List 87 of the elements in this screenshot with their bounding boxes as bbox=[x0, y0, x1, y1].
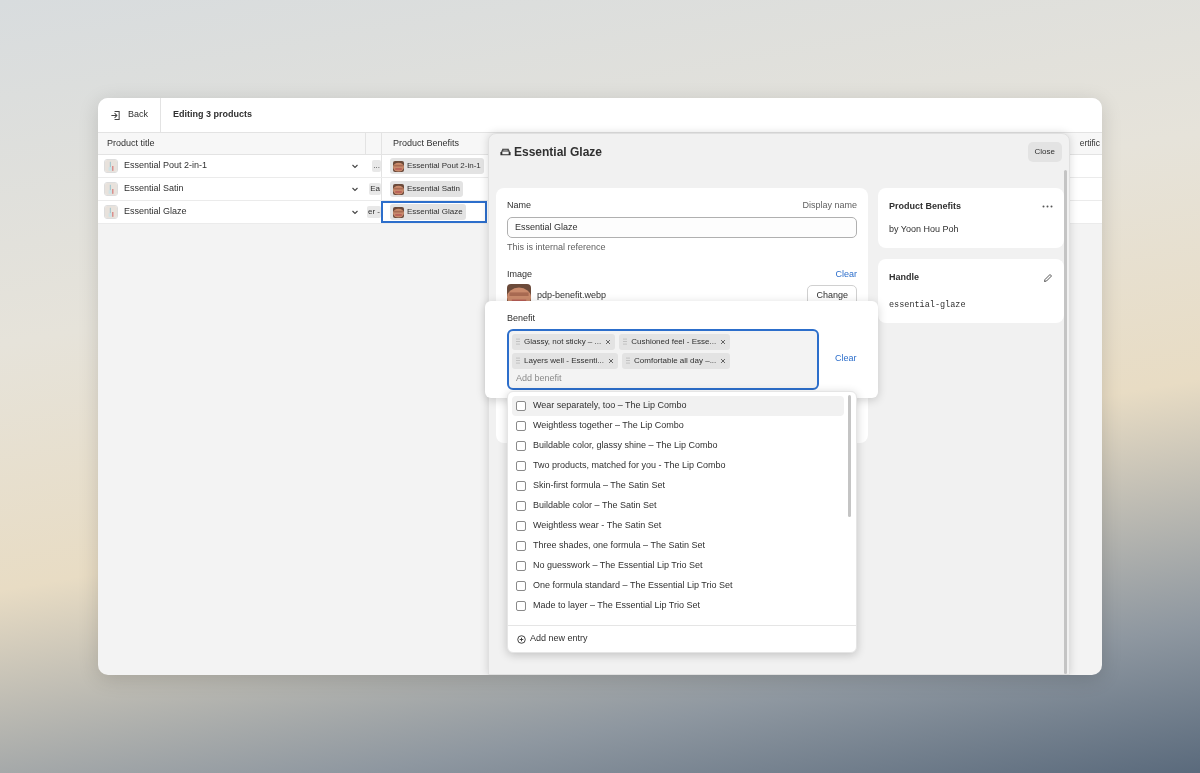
card-title: Product Benefits bbox=[889, 200, 961, 213]
name-field[interactable]: Essential Glaze bbox=[507, 216, 857, 238]
checkbox[interactable] bbox=[516, 561, 526, 571]
checkbox[interactable] bbox=[516, 541, 526, 551]
scrollbar[interactable] bbox=[1064, 170, 1067, 674]
table-cell: Essential Satin bbox=[124, 182, 184, 196]
table-cell[interactable]: Essential Glaze bbox=[381, 201, 487, 223]
pencil-icon[interactable] bbox=[1043, 272, 1053, 283]
card-subtitle: by Yoon Hou Poh bbox=[889, 222, 960, 236]
option-label: Wear separately, too – The Lip Combo bbox=[533, 399, 687, 413]
field-label: Name bbox=[507, 199, 531, 212]
drag-handle-icon[interactable] bbox=[623, 338, 628, 345]
benefit-tag[interactable]: Comfortable all day –... bbox=[622, 352, 731, 369]
clear-link[interactable]: Clear bbox=[835, 268, 857, 282]
benefit-tag: Essential Satin bbox=[390, 181, 463, 197]
table-cell: Essential Pout 2-in-1 bbox=[124, 159, 208, 173]
dropdown-option[interactable]: Wear separately, too – The Lip Combo bbox=[512, 396, 844, 416]
chevron-down-icon[interactable] bbox=[351, 208, 359, 216]
add-entry-button[interactable]: Add new entry bbox=[517, 632, 588, 646]
option-label: One formula standard – The Essential Lip Trio Set bbox=[533, 579, 733, 593]
close-icon[interactable] bbox=[608, 357, 615, 364]
tag: ... bbox=[372, 160, 381, 172]
dropdown-option[interactable]: No guesswork – The Essential Lip Trio Set bbox=[512, 556, 844, 576]
drag-handle-icon[interactable] bbox=[626, 357, 631, 364]
option-label: Weightless wear - The Satin Set bbox=[533, 519, 662, 533]
more-icon[interactable] bbox=[1042, 205, 1053, 209]
back-button[interactable]: Back bbox=[98, 98, 160, 132]
table-cell: Essential Glaze bbox=[124, 205, 187, 219]
dropdown-option[interactable]: Buildable color, glassy shine – The Lip Combo bbox=[512, 436, 844, 456]
dropdown-option[interactable]: Made to layer – The Essential Lip Trio Set bbox=[512, 596, 844, 616]
column-header: Product Benefits bbox=[381, 133, 487, 154]
tag: Ea bbox=[369, 183, 381, 195]
table-cell[interactable]: Essential Pout 2-in-1 bbox=[381, 155, 487, 177]
checkbox[interactable] bbox=[516, 461, 526, 471]
close-button[interactable]: Close bbox=[1027, 142, 1062, 162]
dropdown-option[interactable]: One formula standard – The Essential Lip Trio Set bbox=[512, 576, 844, 596]
help-text: This is internal reference bbox=[507, 240, 607, 254]
option-label: Weightless together – The Lip Combo bbox=[533, 419, 684, 433]
benefit-tag: Essential Pout 2-in-1 bbox=[390, 158, 484, 174]
option-label: Buildable color, glassy shine – The Lip Combo bbox=[533, 439, 718, 453]
chevron-down-icon[interactable] bbox=[351, 162, 359, 170]
dropdown-option[interactable]: Weightless together – The Lip Combo bbox=[512, 416, 844, 436]
exit-icon bbox=[110, 109, 121, 121]
option-label: No guesswork – The Essential Lip Trio Set bbox=[533, 559, 703, 573]
field-label: Image bbox=[507, 268, 532, 281]
page-title: Editing 3 products bbox=[173, 108, 252, 122]
benefit-tag[interactable]: Layers well - Essenti... bbox=[512, 352, 619, 369]
scrollbar[interactable] bbox=[848, 395, 851, 517]
column-header: Product title bbox=[106, 136, 156, 150]
column-header: ertific bbox=[1079, 137, 1100, 150]
tag: er - bbox=[367, 206, 381, 218]
checkbox[interactable] bbox=[516, 581, 526, 591]
benefit-tag[interactable]: Glassy, not sticky – ... bbox=[512, 333, 616, 350]
add-benefit-input[interactable]: Add benefit bbox=[516, 371, 716, 385]
checkbox[interactable] bbox=[516, 401, 526, 411]
benefit-tag: Essential Glaze bbox=[390, 204, 466, 220]
dropdown-option[interactable]: Skin-first formula – The Satin Set bbox=[512, 476, 844, 496]
dropdown-option[interactable]: Weightless wear - The Satin Set bbox=[512, 516, 844, 536]
benefit-field[interactable]: Glassy, not sticky – ... Cushioned feel - Esse... Layers well - Essenti... Comfortable all day –... Add benefit bbox=[507, 328, 819, 390]
field-label: Benefit bbox=[507, 312, 537, 325]
checkbox[interactable] bbox=[516, 501, 526, 511]
field-hint: Display name bbox=[802, 199, 857, 212]
dropdown-option[interactable]: Buildable color – The Satin Set bbox=[512, 496, 844, 516]
checkbox[interactable] bbox=[516, 421, 526, 431]
checkbox[interactable] bbox=[516, 521, 526, 531]
clear-link[interactable]: Clear bbox=[835, 352, 857, 366]
checkbox[interactable] bbox=[516, 441, 526, 451]
card-title: Handle bbox=[889, 271, 919, 284]
dropdown-option[interactable]: Two products, matched for you - The Lip Combo bbox=[512, 456, 844, 476]
handle-value: essential-glaze bbox=[889, 298, 967, 312]
option-label: Made to layer – The Essential Lip Trio Set bbox=[533, 599, 700, 613]
option-label: Three shades, one formula – The Satin Set bbox=[533, 539, 705, 553]
dropdown-option[interactable]: Three shades, one formula – The Satin Set bbox=[512, 536, 844, 556]
close-icon[interactable] bbox=[720, 357, 727, 364]
plus-circle-icon bbox=[517, 634, 526, 644]
option-label: Buildable color – The Satin Set bbox=[533, 499, 657, 513]
checkbox[interactable] bbox=[516, 601, 526, 611]
close-icon[interactable] bbox=[720, 338, 727, 345]
option-label: Skin-first formula – The Satin Set bbox=[533, 479, 665, 493]
drawer-title: Essential Glaze bbox=[514, 144, 603, 161]
checkbox[interactable] bbox=[516, 481, 526, 491]
close-icon[interactable] bbox=[605, 338, 612, 345]
file-name: pdp-benefit.webp bbox=[537, 288, 607, 302]
benefit-tag[interactable]: Cushioned feel - Esse... bbox=[619, 333, 731, 350]
table-cell[interactable]: Essential Satin bbox=[381, 178, 487, 200]
option-label: Two products, matched for you - The Lip Combo bbox=[533, 459, 726, 473]
chevron-down-icon[interactable] bbox=[351, 185, 359, 193]
